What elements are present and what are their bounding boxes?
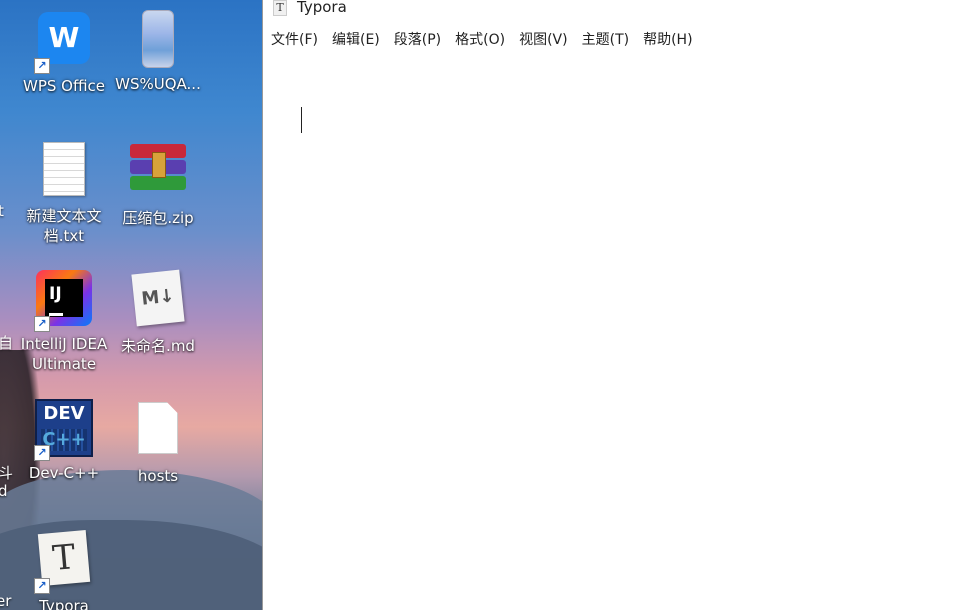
text-file-icon: [43, 142, 85, 196]
icon-label: Typora: [39, 597, 89, 610]
desktop-icon-dev-cpp[interactable]: DEV C++ ↗ Dev-C++: [18, 398, 110, 483]
wps-office-icon: W: [38, 12, 90, 64]
menu-themes[interactable]: 主题(T): [580, 29, 637, 51]
menu-format[interactable]: 格式(O): [453, 29, 513, 51]
menu-view[interactable]: 视图(V): [517, 29, 576, 51]
shortcut-arrow-icon: ↗: [34, 58, 50, 74]
shortcut-arrow-icon: ↗: [34, 578, 50, 594]
partial-icon-label: er: [0, 592, 12, 610]
desktop-icon-image-file[interactable]: WS%UQA...: [112, 8, 204, 94]
icon-label: 新建文本文档.txt: [26, 207, 102, 245]
partial-icon-label: d: [0, 482, 8, 500]
desktop-icon-text-file[interactable]: 新建文本文档.txt: [18, 138, 110, 246]
desktop-icon-hosts-file[interactable]: hosts: [112, 398, 204, 486]
icon-label: IntelliJ IDEA Ultimate: [20, 335, 108, 373]
partial-icon-label: 自: [0, 334, 14, 352]
shortcut-arrow-icon: ↗: [34, 445, 50, 461]
title-bar[interactable]: T Typora: [263, 0, 968, 18]
markdown-file-icon: M↓: [131, 269, 185, 327]
desktop: t 自 斗 d er W ↗ WPS Office WS%UQA... 新建文本…: [0, 0, 262, 610]
menu-bar: 文件(F) 编辑(E) 段落(P) 格式(O) 视图(V) 主题(T) 帮助(H…: [263, 29, 705, 51]
desktop-icon-wps-office[interactable]: W ↗ WPS Office: [18, 8, 110, 96]
icon-label: hosts: [137, 467, 179, 485]
icon-label: WS%UQA...: [115, 75, 201, 93]
text-cursor: [301, 107, 302, 133]
winrar-archive-icon: [130, 144, 186, 192]
icon-label: Dev-C++: [28, 464, 100, 482]
shortcut-arrow-icon: ↗: [34, 316, 50, 332]
desktop-icon-intellij-idea[interactable]: IJ ↗ IntelliJ IDEA Ultimate: [18, 268, 110, 374]
partial-icon-label: 斗: [0, 464, 14, 482]
menu-edit[interactable]: 编辑(E): [330, 29, 388, 51]
menu-paragraph[interactable]: 段落(P): [392, 29, 449, 51]
partial-icon-label: t: [0, 202, 4, 220]
editor-area[interactable]: [263, 60, 968, 610]
icon-label: WPS Office: [23, 77, 105, 95]
menu-file[interactable]: 文件(F): [269, 29, 326, 51]
image-file-icon: [142, 10, 174, 68]
typora-window: T Typora 文件(F) 编辑(E) 段落(P) 格式(O) 视图(V) 主…: [262, 0, 968, 610]
desktop-icon-zip-archive[interactable]: 压缩包.zip: [112, 138, 204, 228]
icon-label: 未命名.md: [121, 337, 195, 355]
icon-label: 压缩包.zip: [122, 209, 194, 227]
desktop-icon-typora[interactable]: T ↗ Typora: [18, 528, 110, 610]
typora-app-icon[interactable]: T: [273, 0, 287, 16]
window-title: Typora: [297, 0, 347, 16]
menu-help[interactable]: 帮助(H): [641, 29, 700, 51]
generic-file-icon: [138, 402, 178, 454]
desktop-icon-markdown-file[interactable]: M↓ 未命名.md: [112, 268, 204, 356]
